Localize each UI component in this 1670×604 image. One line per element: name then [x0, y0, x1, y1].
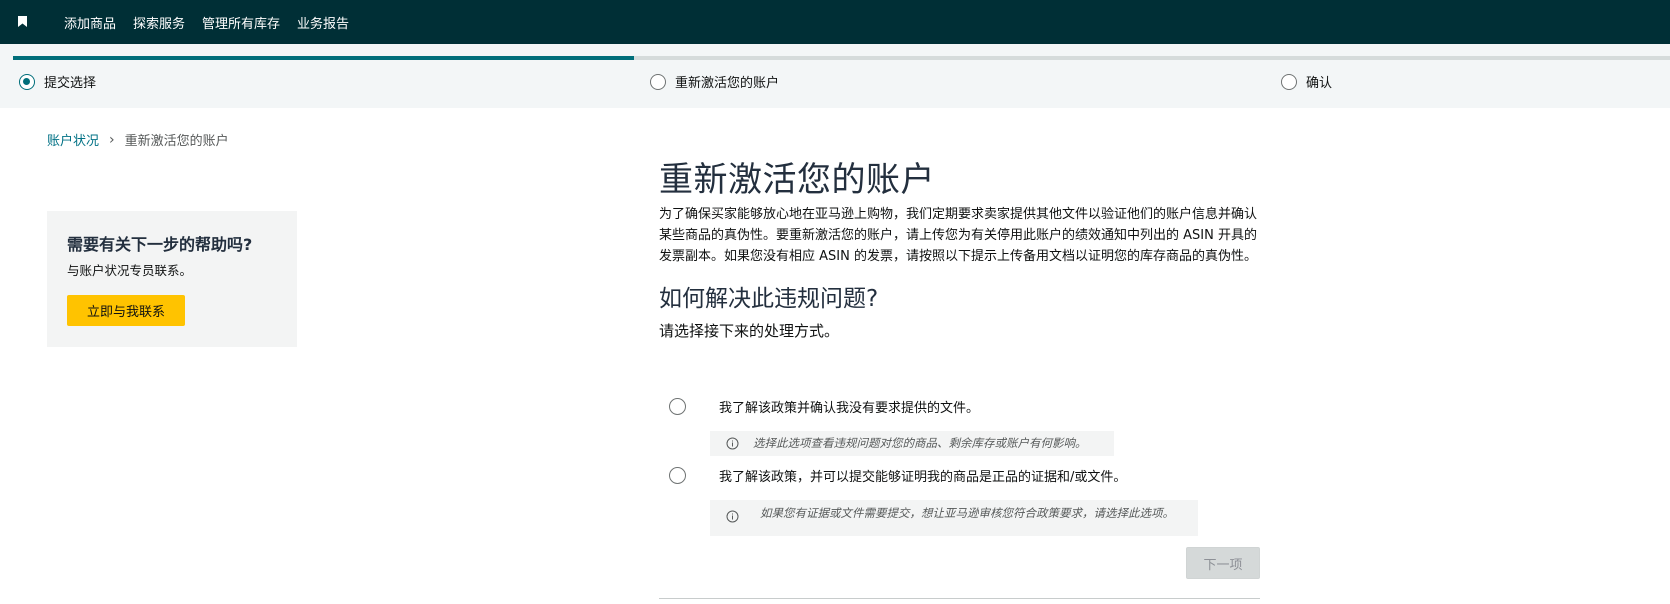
option-label: 我了解该政策，并可以提交能够证明我的商品是正品的证据和/或文件。	[719, 470, 1127, 485]
nav-menu: 添加商品 探索服务 管理所有库存 业务报告	[64, 0, 366, 44]
step-radio-active	[19, 73, 35, 90]
option-hint: 如果您有证据或文件需要提交，想让亚马逊审核您符合政策要求，请选择此选项。	[710, 500, 1198, 536]
step-label: 确认	[1306, 76, 1333, 91]
option-radio[interactable]	[669, 397, 686, 415]
top-nav: 添加商品 探索服务 管理所有库存 业务报告	[0, 0, 1670, 44]
chevron-right-icon: ›	[109, 131, 115, 148]
nav-item-manage-inventory[interactable]: 管理所有库存	[202, 13, 280, 32]
breadcrumb: 账户状况 › 重新激活您的账户	[47, 130, 229, 150]
help-title: 需要有关下一步的帮助吗?	[67, 235, 253, 254]
next-button[interactable]: 下一项	[1186, 547, 1260, 579]
option-radio[interactable]	[669, 466, 686, 484]
info-icon	[726, 437, 739, 450]
intro-text: 为了确保买家能够放心地在亚马逊上购物，我们定期要求卖家提供其他文件以验证他们的账…	[659, 207, 1258, 264]
breadcrumb-current: 重新激活您的账户	[124, 134, 229, 149]
step-radio	[1281, 73, 1297, 90]
nav-item-business-reports[interactable]: 业务报告	[297, 13, 349, 32]
bookmark-icon[interactable]	[18, 16, 27, 27]
info-icon	[726, 510, 739, 523]
contact-me-button[interactable]: 立即与我联系	[67, 295, 185, 326]
option-submit-evidence[interactable]: 我了解该政策，并可以提交能够证明我的商品是正品的证据和/或文件。	[659, 465, 1260, 485]
step-radio	[650, 73, 666, 90]
nav-item-add-products[interactable]: 添加商品	[64, 13, 116, 32]
hint-text: 选择此选项查看违规问题对您的商品、剩余库存或账户有何影响。	[753, 436, 1087, 450]
hint-text: 如果您有证据或文件需要提交，想让亚马逊审核您符合政策要求，请选择此选项。	[760, 506, 1174, 520]
progress-stepper: 提交选择 重新激活您的账户 确认	[0, 44, 1670, 108]
progress-track	[13, 56, 1670, 60]
main-content: 重新激活您的账户 为了确保买家能够放心地在亚马逊上购物，我们定期要求卖家提供其他…	[659, 158, 1260, 599]
step-label: 提交选择	[44, 76, 97, 91]
instruction-text: 请选择接下来的处理方式。	[659, 322, 840, 340]
page-title: 重新激活您的账户	[659, 160, 935, 200]
progress-fill	[13, 56, 635, 60]
step-submit-selection[interactable]: 提交选择	[19, 72, 96, 91]
option-no-documents[interactable]: 我了解该政策并确认我没有要求提供的文件。	[659, 396, 1260, 416]
section-title: 如何解决此违规问题?	[659, 286, 879, 312]
divider	[659, 598, 1260, 599]
option-hint: 选择此选项查看违规问题对您的商品、剩余库存或账户有何影响。	[710, 431, 1114, 456]
help-subtitle: 与账户状况专员联系。	[67, 263, 193, 278]
step-confirm[interactable]: 确认	[1281, 72, 1332, 91]
help-card: 需要有关下一步的帮助吗? 与账户状况专员联系。 立即与我联系	[47, 211, 297, 347]
option-label: 我了解该政策并确认我没有要求提供的文件。	[719, 401, 980, 416]
step-label: 重新激活您的账户	[675, 76, 780, 91]
step-reactivate-account[interactable]: 重新激活您的账户	[650, 72, 779, 91]
nav-item-explore-services[interactable]: 探索服务	[133, 13, 185, 32]
breadcrumb-link-account-health[interactable]: 账户状况	[47, 130, 99, 149]
